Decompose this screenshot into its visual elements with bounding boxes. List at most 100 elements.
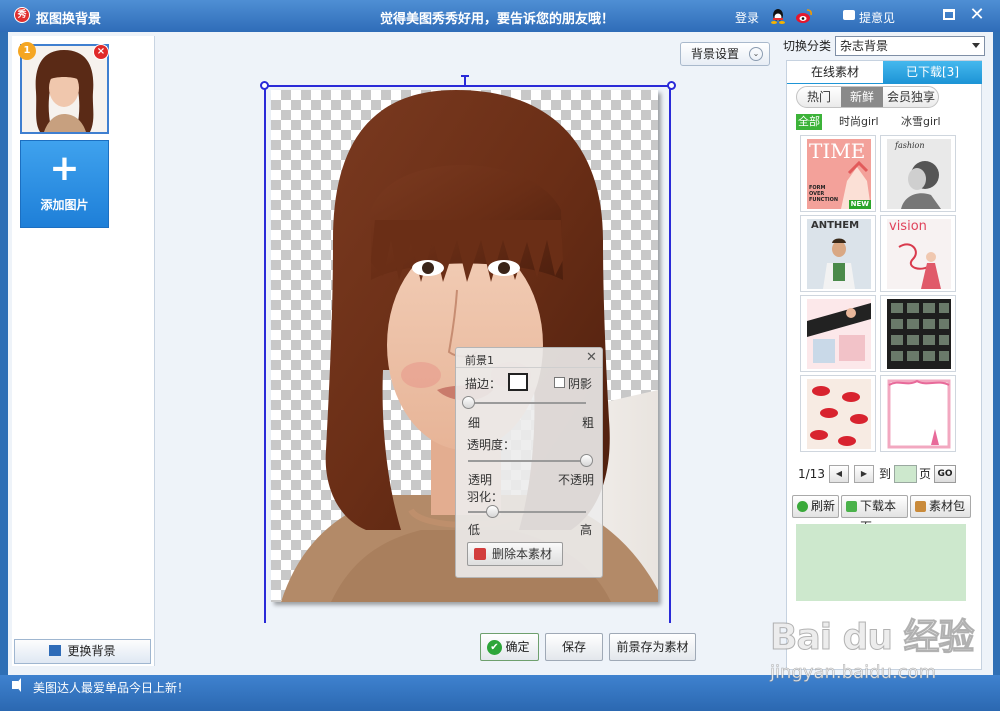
thumbnail-index-badge: 1	[18, 42, 36, 60]
material-thumb-lips[interactable]	[800, 375, 876, 452]
category-label: 切换分类	[783, 39, 832, 53]
package-icon	[915, 501, 926, 512]
fashion-title: fashion	[895, 141, 925, 150]
window-title: 抠图换背景	[36, 12, 102, 27]
resize-handle-top-left[interactable]	[260, 81, 269, 90]
time-subtitle: FORM OVER FUNCTION	[809, 185, 839, 203]
speaker-icon	[12, 678, 21, 692]
opacity-slider-knob[interactable]	[580, 454, 593, 467]
refresh-label: 刷新	[811, 499, 836, 513]
transparent-label: 透明	[468, 473, 493, 487]
watermark-url: jingyan.baidu.com	[770, 662, 937, 684]
download-page-button[interactable]: 下载本页	[841, 495, 908, 534]
login-link[interactable]: 登录	[735, 9, 759, 26]
material-thumb-pink-frame[interactable]	[880, 375, 956, 452]
material-thumb-time[interactable]: TIME FORM OVER FUNCTION NEW	[800, 135, 876, 212]
status-announcement[interactable]: 美图达人最爱单品今日上新！	[33, 679, 189, 696]
opacity-label: 透明度：	[467, 438, 516, 452]
material-pack-button[interactable]: 素材包	[910, 495, 971, 518]
stroke-label: 描边：	[465, 377, 502, 391]
go-button[interactable]: GO	[934, 465, 956, 483]
refresh-icon	[797, 501, 808, 512]
picture-icon	[49, 645, 62, 656]
add-image-label: 添加图片	[40, 198, 89, 212]
save-foreground-as-material-button[interactable]: 前景存为素材	[609, 633, 696, 661]
add-image-button[interactable]: + 添加图片	[20, 140, 109, 228]
page-indicator: 1/13	[798, 467, 825, 481]
material-thumb-collage[interactable]	[800, 295, 876, 372]
filter-all[interactable]: 全部	[796, 114, 822, 130]
close-icon[interactable]: ✕	[586, 350, 597, 365]
page-number-input[interactable]	[894, 465, 917, 483]
vision-title: vision	[889, 219, 927, 234]
pill-hot[interactable]: 热门	[797, 87, 841, 107]
feedback-label: 提意见	[859, 11, 896, 25]
feather-label: 羽化：	[467, 490, 504, 504]
stroke-slider-track[interactable]	[468, 402, 586, 404]
delete-material-button[interactable]: 删除本素材	[467, 542, 563, 566]
stroke-slider-knob[interactable]	[462, 396, 475, 409]
remove-image-button[interactable]: ×	[93, 44, 109, 60]
material-thumb-fashion[interactable]: fashion	[880, 135, 956, 212]
pill-new[interactable]: 新鲜	[841, 87, 883, 107]
material-pack-label: 素材包	[929, 499, 966, 513]
new-badge: NEW	[848, 200, 871, 209]
prev-page-button[interactable]: ◀	[829, 465, 849, 483]
confirm-label: 确定	[505, 640, 530, 654]
background-settings-label: 背景设置	[691, 47, 740, 61]
anthem-title: ANTHEM	[811, 220, 860, 231]
resize-handle-top-right[interactable]	[667, 81, 676, 90]
feather-slider-knob[interactable]	[485, 505, 499, 518]
qq-icon[interactable]	[770, 8, 786, 24]
category-select[interactable]: 杂志背景	[835, 36, 985, 56]
to-label: 到	[879, 467, 892, 481]
foreground-panel-title: 前景1	[465, 354, 494, 367]
low-label: 低	[468, 523, 481, 537]
opaque-label: 不透明	[558, 473, 595, 487]
confirm-button[interactable]: ✔ 确定	[480, 633, 539, 661]
trash-icon	[474, 548, 486, 560]
app-logo-icon: 秀	[14, 7, 30, 23]
feedback-icon	[843, 10, 855, 20]
opacity-slider-track[interactable]	[468, 460, 586, 462]
page-unit-label: 页	[919, 467, 932, 481]
refresh-button[interactable]: 刷新	[792, 495, 839, 518]
dropdown-arrow-icon	[972, 43, 980, 48]
chevron-down-icon: ⌄	[749, 47, 763, 61]
delete-material-label: 删除本素材	[492, 547, 553, 561]
background-settings-button[interactable]: 背景设置 ⌄	[680, 42, 770, 66]
ad-placeholder	[796, 524, 966, 601]
tab-downloaded[interactable]: 已下载[3]	[883, 61, 982, 83]
filter-fashion-girl[interactable]: 时尚girl	[837, 114, 881, 130]
high-label: 高	[580, 523, 593, 537]
tab-online-materials[interactable]: 在线素材	[787, 61, 883, 83]
tab-underline	[787, 83, 982, 84]
filmstrip-cover-art	[887, 299, 951, 369]
anthem-cover-art	[823, 238, 855, 289]
material-thumb-filmstrip[interactable]	[880, 295, 956, 372]
panel-divider	[456, 367, 602, 368]
change-background-label: 更换背景	[67, 644, 116, 658]
category-value: 杂志背景	[840, 39, 889, 53]
filter-ice-girl[interactable]: 冰雪girl	[899, 114, 943, 130]
material-thumb-vision[interactable]: vision	[880, 215, 956, 292]
material-thumb-anthem[interactable]: ANTHEM	[800, 215, 876, 292]
collage-cover-art	[807, 299, 871, 369]
change-background-button[interactable]: 更换背景	[14, 639, 151, 664]
close-window-button[interactable]: ✕	[966, 4, 988, 26]
shadow-checkbox[interactable]	[554, 377, 565, 388]
stroke-color-swatch[interactable]	[508, 373, 528, 391]
maximize-button[interactable]	[943, 9, 955, 20]
watermark-main: Bai du 经验	[770, 617, 976, 659]
foreground-settings-panel: 前景1 ✕ 描边： 阴影 细 粗 透明度： 透明 不透明 羽化： 低 高 删除本…	[455, 347, 603, 578]
thick-label: 粗	[582, 416, 595, 430]
sort-pill-group: 热门 新鲜 会员独享	[796, 86, 939, 108]
title-bar: 秀 抠图换背景 觉得美图秀秀好用，要告诉您的朋友哦！ 登录 提意见 ✕	[0, 0, 1000, 32]
pill-vip[interactable]: 会员独享	[883, 87, 939, 107]
next-page-button[interactable]: ▶	[854, 465, 874, 483]
time-title: TIME	[809, 139, 866, 163]
weibo-icon[interactable]	[795, 8, 813, 24]
download-icon	[846, 501, 857, 512]
save-button[interactable]: 保存	[545, 633, 603, 661]
rotate-handle[interactable]	[461, 75, 469, 85]
